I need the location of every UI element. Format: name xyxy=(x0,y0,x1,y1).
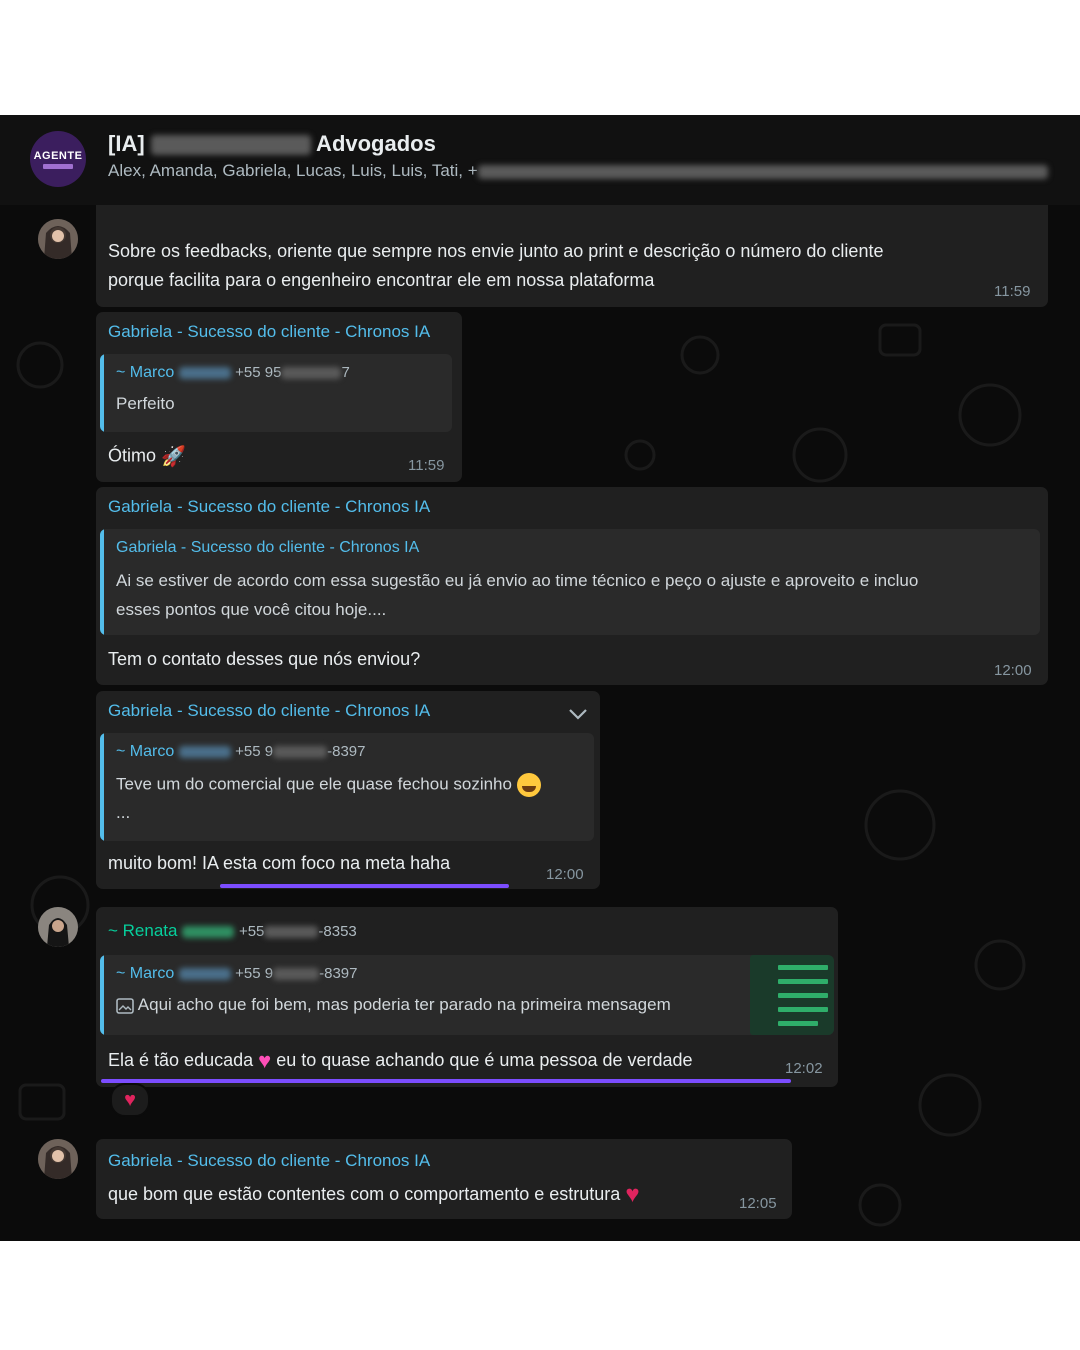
group-title-prefix: [IA] xyxy=(108,131,151,156)
chat-header[interactable]: AGENTE [IA] Advogados Alex, Amanda, Gabr… xyxy=(0,115,1080,205)
message-time: 12:00 xyxy=(546,866,584,883)
reaction-badge[interactable]: ♥ xyxy=(110,1083,150,1117)
quote-sender-number: +55 9 xyxy=(235,965,274,982)
quote-sender-name: ~ Marco xyxy=(116,965,175,982)
avatar[interactable] xyxy=(38,1139,78,1179)
message-text: Tem o contato desses que nós enviou? xyxy=(108,649,421,669)
sender-number: +55 xyxy=(238,923,265,940)
message-text: que bom que estão contentes com o compor… xyxy=(108,1181,640,1209)
message-bubble[interactable]: Gabriela - Sucesso do cliente - Chronos … xyxy=(96,312,462,482)
group-members: Alex, Amanda, Gabriela, Lucas, Luis, Lui… xyxy=(108,161,1048,181)
quote-text-body: Aqui acho que foi bem, mas poderia ter p… xyxy=(137,995,671,1014)
message-time: 11:59 xyxy=(408,457,445,474)
quoted-message[interactable]: Gabriela - Sucesso do cliente - Chronos … xyxy=(100,529,1040,635)
quote-text: Ai se estiver de acordo com essa sugestã… xyxy=(116,571,919,590)
avatar[interactable] xyxy=(38,907,78,947)
quote-sender-number-end: -8397 xyxy=(327,743,366,760)
highlight-underline xyxy=(220,884,509,888)
thumbnail-line xyxy=(778,1021,818,1026)
quote-sender: ~ Marco +55 95 7 xyxy=(116,364,350,382)
redacted-number xyxy=(281,366,342,379)
group-title-suffix: Advogados xyxy=(310,131,436,156)
quote-sender-number-end: -8397 xyxy=(319,965,358,982)
quote-text: Teve um do comercial que ele quase fecho… xyxy=(116,773,541,797)
message-bubble[interactable]: ~ Renata +55 -8353 ~ Marco +55 9 -8397 Aqu… xyxy=(96,907,838,1087)
quoted-message[interactable]: ~ Marco +55 9 -8397 Teve um do comercial … xyxy=(100,733,594,841)
highlight-underline xyxy=(101,1079,791,1083)
quote-sender-number: +55 9 xyxy=(235,743,274,760)
group-title[interactable]: [IA] Advogados xyxy=(108,131,436,157)
heart-icon: ♥ xyxy=(258,1048,272,1073)
chat-window: AGENTE [IA] Advogados Alex, Amanda, Gabr… xyxy=(0,115,1080,1241)
quote-more: ... xyxy=(116,803,131,822)
message-bubble[interactable]: Gabriela - Sucesso do cliente - Chronos … xyxy=(96,691,600,889)
message-time: 12:05 xyxy=(739,1195,777,1212)
quote-sender-number-end: 7 xyxy=(341,364,350,381)
group-avatar[interactable]: AGENTE xyxy=(30,131,86,187)
group-avatar-stripe xyxy=(43,163,73,169)
rocket-icon: 🚀 xyxy=(161,446,186,468)
redacted-number xyxy=(273,745,328,758)
members-list: Alex, Amanda, Gabriela, Lucas, Luis, Lui… xyxy=(108,161,478,180)
sender-name[interactable]: Gabriela - Sucesso do cliente - Chronos … xyxy=(108,497,430,517)
message-bubble[interactable]: Gabriela - Sucesso do cliente - Chronos … xyxy=(96,1139,792,1219)
quote-sender-name: ~ Marco xyxy=(116,364,175,381)
heart-icon: ♥ xyxy=(625,1181,640,1208)
message-text-part: Ela é tão educada xyxy=(108,1049,254,1070)
message-text: Ótimo 🚀 xyxy=(108,444,186,469)
quoted-message[interactable]: ~ Marco +55 9 -8397 Aqui acho que foi bem… xyxy=(100,955,834,1035)
redacted-name xyxy=(178,366,231,379)
message-text: porque facilita para o engenheiro encont… xyxy=(108,270,655,290)
message-bubble[interactable]: Gabriela - Sucesso do cliente - Chronos … xyxy=(96,487,1048,685)
avatar[interactable] xyxy=(38,219,78,259)
thumbnail-line xyxy=(778,979,828,984)
message-time: 12:00 xyxy=(994,662,1032,679)
image-icon xyxy=(116,997,134,1014)
message-text-part: eu to quase achando que é uma pessoa de … xyxy=(276,1049,693,1070)
quote-sender-name: ~ Marco xyxy=(116,743,175,760)
message-time: 12:02 xyxy=(785,1060,823,1077)
thumbnail-line xyxy=(778,993,828,998)
message-text: Sobre os feedbacks, oriente que sempre n… xyxy=(108,241,884,261)
quote-bar xyxy=(100,354,104,432)
redacted-name xyxy=(178,745,231,758)
quoted-message[interactable]: ~ Marco +55 95 7 Perfeito xyxy=(100,354,452,432)
quote-text: esses pontos que você citou hoje.... xyxy=(116,600,387,619)
quote-sender: ~ Marco +55 9 -8397 xyxy=(116,965,358,983)
message-text: muito bom! IA esta com foco na meta haha xyxy=(108,853,451,873)
quote-sender-number: +55 95 xyxy=(235,364,282,381)
quote-sender: ~ Marco +55 9 -8397 xyxy=(116,743,366,761)
sender-number-end: -8353 xyxy=(318,923,357,940)
quote-bar xyxy=(100,955,104,1035)
heart-icon: ♥ xyxy=(124,1088,136,1111)
sender-name[interactable]: ~ Renata +55 -8353 xyxy=(108,921,357,941)
redacted-name xyxy=(182,925,235,938)
group-avatar-label: AGENTE xyxy=(33,149,83,162)
quote-thumbnail[interactable] xyxy=(750,955,834,1035)
redacted-name xyxy=(150,135,311,156)
chevron-down-icon[interactable] xyxy=(568,707,588,721)
redacted-name xyxy=(178,967,231,980)
message-text-body: Ótimo xyxy=(108,445,157,466)
message-bubble[interactable]: Sobre os feedbacks, oriente que sempre n… xyxy=(96,205,1048,307)
quote-sender: Gabriela - Sucesso do cliente - Chronos … xyxy=(116,539,420,556)
sender-name-text: ~ Renata xyxy=(108,921,178,940)
message-time: 11:59 xyxy=(994,283,1031,300)
sender-name[interactable]: Gabriela - Sucesso do cliente - Chronos … xyxy=(108,322,430,342)
laughing-face-icon xyxy=(516,773,541,797)
message-text: Ela é tão educada ♥ eu to quase achando … xyxy=(108,1048,693,1074)
quote-text: Aqui acho que foi bem, mas poderia ter p… xyxy=(116,995,671,1015)
message-text-body: que bom que estão contentes com o compor… xyxy=(108,1183,621,1204)
thumbnail-line xyxy=(778,1007,828,1012)
thumbnail-line xyxy=(778,965,828,970)
sender-name[interactable]: Gabriela - Sucesso do cliente - Chronos … xyxy=(108,1151,430,1171)
redacted-number xyxy=(264,925,319,938)
quote-text: Perfeito xyxy=(116,394,175,413)
sender-name[interactable]: Gabriela - Sucesso do cliente - Chronos … xyxy=(108,701,430,721)
redacted-members xyxy=(477,164,1048,179)
quote-bar xyxy=(100,529,104,635)
redacted-number xyxy=(273,967,320,980)
quote-bar xyxy=(100,733,104,841)
quote-text-body: Teve um do comercial que ele quase fecho… xyxy=(116,774,512,794)
